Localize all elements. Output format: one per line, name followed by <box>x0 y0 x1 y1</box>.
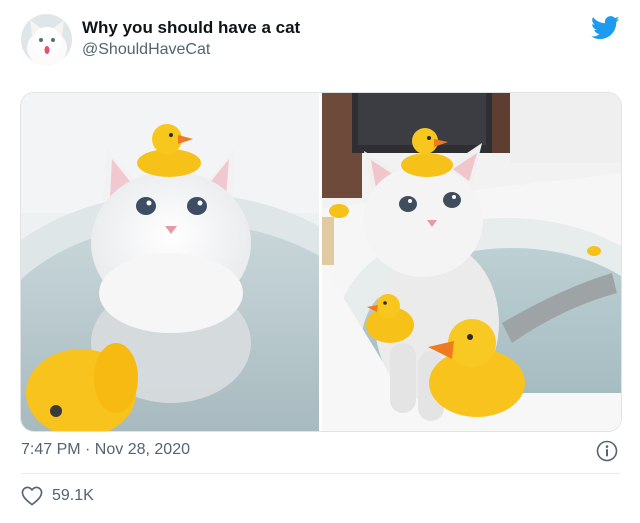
twitter-bird-icon[interactable] <box>591 16 620 40</box>
heart-icon <box>21 486 43 506</box>
white-cat-avatar-icon <box>21 14 72 65</box>
photo-cat-in-bath-right[interactable] <box>322 93 621 431</box>
info-icon[interactable] <box>596 440 618 462</box>
like-count: 59.1K <box>52 487 94 504</box>
cat-bath-photo-left <box>21 93 319 431</box>
tweet-timestamp[interactable]: 7:47 PM · Nov 28, 2020 <box>21 441 190 459</box>
photo-cat-in-bath-left[interactable] <box>21 93 319 431</box>
author-display-name[interactable]: Why you should have a cat <box>82 18 300 38</box>
footer-divider <box>21 473 620 474</box>
tweet-card: Why you should have a cat @ShouldHaveCat <box>0 0 640 523</box>
cat-bath-photo-right <box>322 93 621 431</box>
avatar[interactable] <box>21 14 72 65</box>
tweet-media[interactable] <box>20 92 622 432</box>
like-button[interactable]: 59.1K <box>21 485 94 507</box>
author-handle[interactable]: @ShouldHaveCat <box>82 41 210 59</box>
